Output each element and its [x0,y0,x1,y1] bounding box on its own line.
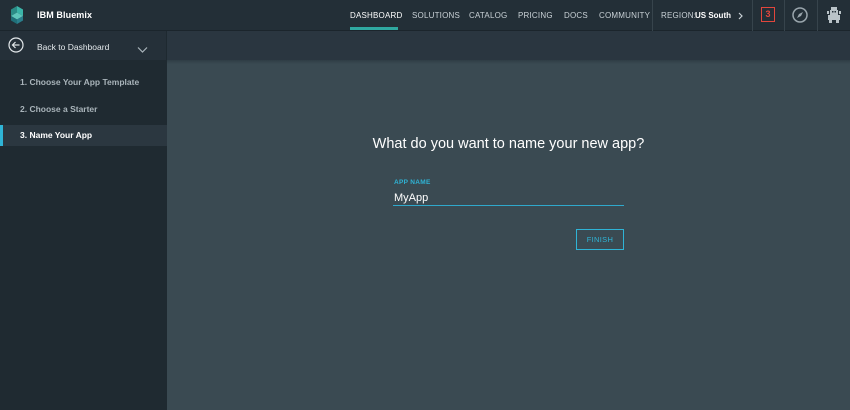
back-to-dashboard-link[interactable]: Back to Dashboard [37,42,109,52]
nav-divider [817,0,818,31]
back-to-dashboard-bar[interactable]: Back to Dashboard [0,31,167,60]
region-value[interactable]: US South [695,11,731,20]
nav-divider [784,0,785,31]
top-navigation-bar: IBM Bluemix DASHBOARD SOLUTIONS CATALOG … [0,0,850,31]
divider [167,60,850,64]
sub-header-bar: Back to Dashboard [0,31,850,60]
notification-badge[interactable]: 3 [761,7,775,22]
region-label[interactable]: REGION: [661,11,696,20]
brand-title[interactable]: IBM Bluemix [37,10,92,20]
back-arrow-icon[interactable] [8,37,24,53]
app-name-input[interactable] [393,190,624,206]
nav-catalog[interactable]: CATALOG [469,11,507,20]
compass-icon[interactable] [792,7,808,23]
avatar-icon[interactable] [827,6,841,24]
nav-divider [652,0,653,31]
nav-pricing[interactable]: PRICING [518,11,553,20]
nav-docs[interactable]: DOCS [564,11,588,20]
step-name-app[interactable]: 3. Name Your App [0,125,167,146]
nav-community[interactable]: COMMUNITY [599,11,650,20]
page-title: What do you want to name your new app? [372,136,645,152]
bluemix-logo-icon[interactable] [7,5,27,25]
nav-dashboard[interactable]: DASHBOARD [350,11,402,20]
app-name-label: APP NAME [394,179,431,186]
chevron-right-icon[interactable] [737,9,745,21]
active-nav-indicator [350,27,398,30]
step-choose-starter[interactable]: 2. Choose a Starter [0,99,167,120]
wizard-steps-sidebar: 1. Choose Your App Template 2. Choose a … [0,60,167,410]
chevron-down-icon[interactable] [137,41,148,53]
finish-button[interactable]: FINISH [576,229,624,250]
step-choose-template[interactable]: 1. Choose Your App Template [0,72,167,93]
nav-solutions[interactable]: SOLUTIONS [412,11,460,20]
nav-divider [752,0,753,31]
